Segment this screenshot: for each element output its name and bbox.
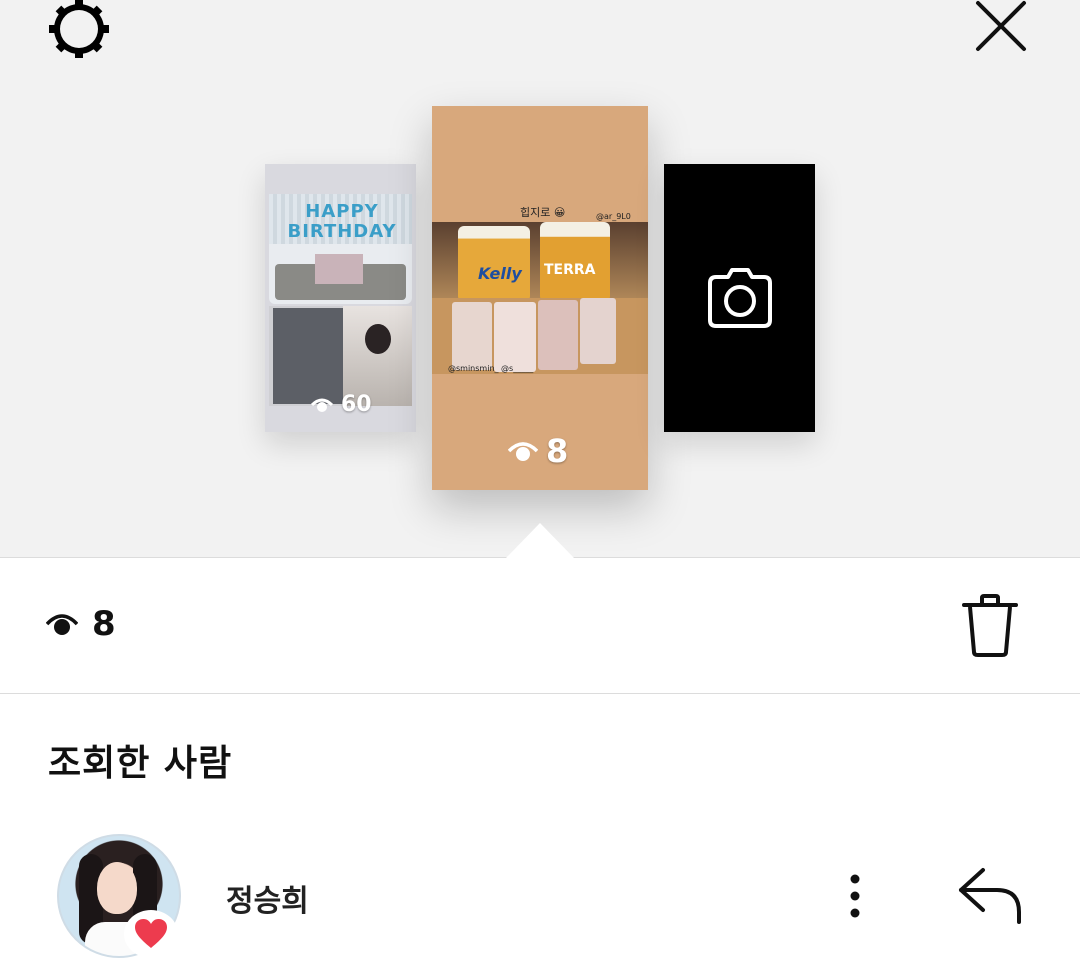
settings-button[interactable] <box>44 0 114 60</box>
selected-story-pointer <box>506 523 574 558</box>
total-views: 8 <box>46 604 116 644</box>
camera-icon <box>707 268 772 328</box>
trash-icon <box>962 594 1018 657</box>
story-stats-bar: 8 <box>0 558 1080 694</box>
viewer-name[interactable]: 정승희 <box>226 876 309 920</box>
poster-photo <box>269 306 412 406</box>
left-story-view-count: 60 <box>341 392 372 417</box>
story-thumbnail-center[interactable]: 힙지로 😀 @ar_9L0 Kelly TERRA @sminsmin_ @s_… <box>432 106 648 490</box>
delete-story-button[interactable] <box>958 590 1022 662</box>
beer-photo: Kelly TERRA <box>432 222 648 302</box>
beer-label-left: Kelly <box>478 264 522 283</box>
reply-button[interactable] <box>952 864 1028 928</box>
eye-icon <box>508 442 538 461</box>
story-tag-bottom: @sminsmin_ @s_____ <box>448 364 534 373</box>
reply-arrow-icon <box>959 868 1021 924</box>
left-story-views: 60 <box>311 392 372 417</box>
settings-gear-icon <box>49 0 109 58</box>
heart-icon <box>135 919 167 948</box>
beer-label-right: TERRA <box>544 262 596 278</box>
eye-icon <box>311 398 333 412</box>
add-story-camera-tile[interactable] <box>664 164 815 432</box>
photocards-photo <box>432 298 648 374</box>
viewers-section-title: 조회한 사람 <box>48 743 233 784</box>
birthday-banner: HAPPY BIRTHDAY <box>287 201 397 242</box>
birthday-photo: HAPPY BIRTHDAY <box>269 194 412 304</box>
liked-badge <box>124 910 178 958</box>
close-button[interactable] <box>970 0 1032 56</box>
more-vertical-icon <box>850 874 860 918</box>
story-thumbnail-left[interactable]: HAPPY BIRTHDAY 60 <box>265 164 416 432</box>
total-view-count: 8 <box>92 604 116 644</box>
story-caption: 힙지로 😀 <box>520 206 566 219</box>
center-story-views: 8 <box>508 432 568 470</box>
viewer-list-item[interactable]: 정승희 <box>0 820 1080 980</box>
eye-icon <box>46 614 78 635</box>
story-preview-area: HAPPY BIRTHDAY 60 힙지로 😀 @ar_9L0 Kelly TE… <box>0 0 1080 558</box>
story-tag-top: @ar_9L0 <box>596 212 631 221</box>
center-story-view-count: 8 <box>546 432 569 470</box>
viewer-more-button[interactable] <box>836 866 874 926</box>
close-icon <box>976 1 1026 51</box>
